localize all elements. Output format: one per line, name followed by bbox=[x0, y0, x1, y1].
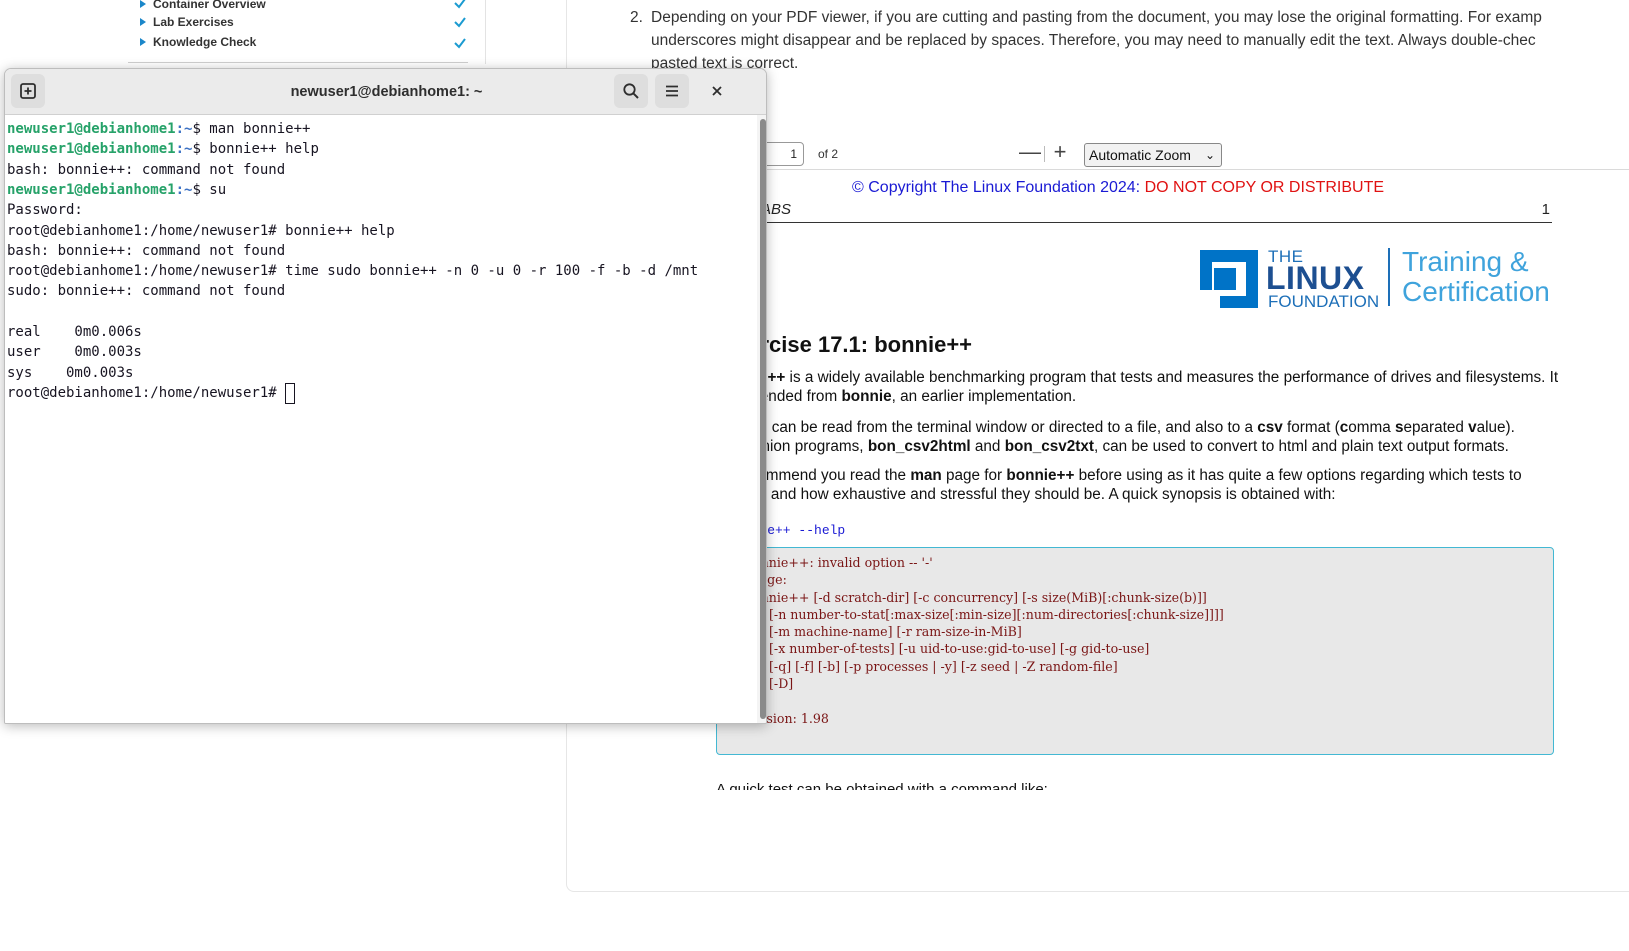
note-number: 2. bbox=[630, 9, 643, 26]
paragraph: A quick test can be obtained with a comm… bbox=[716, 781, 1048, 790]
zoom-in-button[interactable]: + bbox=[1048, 141, 1072, 165]
prompt-path: :~ bbox=[175, 181, 193, 198]
new-tab-button[interactable] bbox=[11, 74, 45, 108]
output-text: bash: bonnie++: command not found bbox=[7, 161, 286, 178]
close-icon bbox=[712, 86, 722, 96]
prompt-user: newuser1@debianhome1 bbox=[7, 141, 176, 158]
terminal-titlebar[interactable]: newuser1@debianhome1: ~ bbox=[5, 69, 766, 115]
scrollbar-thumb[interactable] bbox=[760, 119, 766, 719]
output-text: user 0m0.003s bbox=[7, 344, 142, 361]
exercise-title: xercise 17.1: bonnie++ bbox=[736, 332, 973, 357]
prompt-path: :~ bbox=[175, 141, 193, 158]
zoom-out-button[interactable]: — bbox=[1018, 141, 1042, 165]
checkmark-icon bbox=[454, 38, 466, 49]
zoom-select-value: Automatic Zoom bbox=[1089, 147, 1191, 163]
note-line: pasted text is correct. bbox=[651, 55, 799, 72]
prompt-user: newuser1@debianhome1 bbox=[7, 121, 176, 137]
note-line: Depending on your PDF viewer, if you are… bbox=[651, 9, 1542, 26]
terminal-scrollbar[interactable] bbox=[757, 115, 766, 723]
expand-arrow-icon bbox=[140, 0, 146, 8]
page-number: 1 bbox=[1541, 201, 1550, 218]
paragraph: recommend you read the man page for bonn… bbox=[736, 467, 1522, 503]
terminal-line: newuser1@debianhome1:~$ bonnie++ help bbox=[7, 139, 319, 160]
prompt-path: :~ bbox=[175, 121, 193, 137]
output-text: bash: bonnie++: command not found bbox=[7, 242, 286, 259]
search-button[interactable] bbox=[614, 74, 648, 108]
prompt-user: newuser1@debianhome1 bbox=[7, 181, 176, 198]
course-sidebar: Container Overview Lab Exercises Knowled… bbox=[118, 0, 486, 64]
divider bbox=[128, 62, 468, 63]
output-text: root@debianhome1:/home/newuser1# time su… bbox=[7, 263, 699, 280]
terminal-line: real 0m0.006s bbox=[7, 322, 142, 343]
sidebar-item-label: Lab Exercises bbox=[153, 15, 234, 29]
terminal-line: root@debianhome1:/home/newuser1# bonnie+… bbox=[7, 221, 395, 242]
menu-button[interactable] bbox=[655, 74, 689, 108]
sidebar-item-label: Container Overview bbox=[153, 0, 266, 11]
checkmark-icon bbox=[454, 0, 466, 9]
command-text: $ man bonnie++ bbox=[192, 121, 311, 137]
expand-arrow-icon bbox=[140, 18, 146, 26]
terminal-line: bash: bonnie++: command not found bbox=[7, 160, 285, 181]
terminal-line: newuser1@debianhome1:~$ su bbox=[7, 180, 226, 201]
hamburger-menu-icon bbox=[666, 85, 678, 97]
header-rule bbox=[734, 222, 1552, 223]
output-text: root@debianhome1:/home/newuser1# bonnie+… bbox=[7, 222, 395, 239]
copyright-text: © Copyright The Linux Foundation 2024: bbox=[852, 179, 1141, 196]
terminal-line: Password: bbox=[7, 200, 83, 221]
output-text: root@debianhome1:/home/newuser1# bbox=[7, 384, 286, 401]
sidebar-item-lab-exercises[interactable]: Lab Exercises bbox=[140, 13, 234, 31]
expand-arrow-icon bbox=[140, 38, 146, 46]
output-text: real 0m0.006s bbox=[7, 324, 142, 340]
terminal-line: sys 0m0.003s bbox=[7, 363, 133, 384]
output-text: Password: bbox=[7, 202, 83, 219]
paragraph: nnie++ is a widely available benchmarkin… bbox=[736, 369, 1559, 405]
divider bbox=[1044, 146, 1045, 162]
new-tab-icon bbox=[20, 83, 36, 99]
terminal-window[interactable]: newuser1@debianhome1: ~ newuser1@debianh… bbox=[4, 68, 767, 724]
close-button[interactable] bbox=[700, 74, 734, 108]
linux-foundation-logo: THE LINUX FOUNDATION Training & Certific… bbox=[1200, 244, 1560, 314]
output-text: sudo: bonnie++: command not found bbox=[7, 283, 286, 300]
checkmark-icon bbox=[454, 17, 466, 28]
page-count: of 2 bbox=[818, 147, 839, 161]
paragraph: sults can be read from the terminal wind… bbox=[736, 419, 1515, 455]
code-block: bonnie++: invalid option -- '-' usage: b… bbox=[716, 547, 1554, 755]
copyright-warning: DO NOT COPY OR DISTRIBUTE bbox=[1144, 179, 1385, 196]
command-text: $ bonnie++ help bbox=[192, 141, 319, 158]
sidebar-item-container-overview[interactable]: Container Overview bbox=[140, 0, 266, 13]
terminal-line: root@debianhome1:/home/newuser1# bbox=[7, 382, 296, 404]
terminal-title: newuser1@debianhome1: ~ bbox=[290, 84, 483, 100]
terminal-line: newuser1@debianhome1:~$ man bonnie++ bbox=[7, 119, 310, 140]
terminal-line: user 0m0.003s bbox=[7, 342, 142, 363]
chevron-down-icon: ⌄ bbox=[1204, 148, 1215, 162]
zoom-select[interactable]: Automatic Zoom ⌄ bbox=[1084, 143, 1222, 167]
code-output: bonnie++: invalid option -- '-' usage: b… bbox=[745, 555, 1224, 726]
sidebar-item-label: Knowledge Check bbox=[153, 35, 257, 49]
note-line: underscores might disappear and be repla… bbox=[651, 32, 1536, 49]
terminal-output[interactable]: newuser1@debianhome1:~$ man bonnie++ newu… bbox=[5, 115, 757, 723]
page-number-input[interactable]: 1 bbox=[762, 142, 804, 166]
terminal-line: bash: bonnie++: command not found bbox=[7, 241, 285, 262]
output-text: sys 0m0.003s bbox=[7, 364, 134, 381]
terminal-line: sudo: bonnie++: command not found bbox=[7, 281, 285, 302]
sidebar-item-knowledge-check[interactable]: Knowledge Check bbox=[140, 33, 256, 51]
text-cursor bbox=[285, 382, 296, 404]
copyright-notice: © Copyright The Linux Foundation 2024: D… bbox=[852, 179, 1384, 197]
search-icon bbox=[623, 83, 639, 99]
terminal-line: root@debianhome1:/home/newuser1# time su… bbox=[7, 261, 698, 282]
command-text: $ su bbox=[192, 181, 227, 198]
